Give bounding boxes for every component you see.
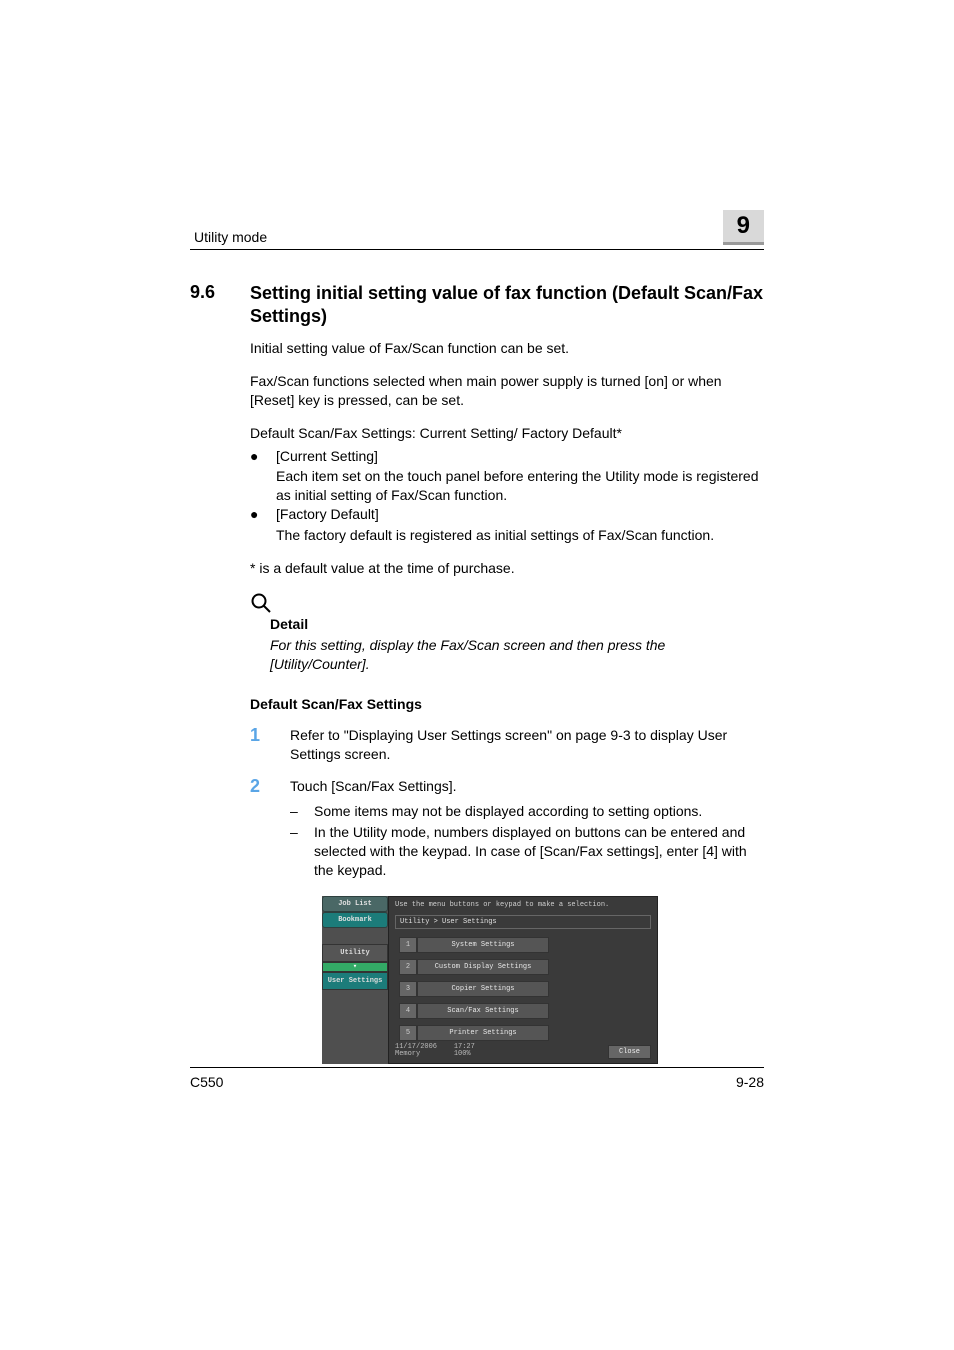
hint-text: Use the menu buttons or keypad to make a…: [395, 901, 651, 909]
bullet-list: ● [Current Setting] Each item set on the…: [250, 447, 764, 545]
page-footer: C550 9-28: [190, 1067, 764, 1090]
menu-label: Copier Settings: [417, 981, 549, 997]
detail-block: Detail For this setting, display the Fax…: [250, 592, 764, 674]
step-1: 1 Refer to "Displaying User Settings scr…: [250, 726, 764, 764]
bullet-body: Each item set on the touch panel before …: [250, 467, 764, 505]
running-head: Utility mode: [190, 229, 267, 245]
body-column: Initial setting value of Fax/Scan functi…: [250, 339, 764, 1064]
section-heading: 9.6 Setting initial setting value of fax…: [190, 282, 764, 327]
chevron-down-icon: ▾: [322, 962, 388, 972]
menu-number: 1: [399, 937, 417, 953]
menu-label: System Settings: [417, 937, 549, 953]
menu-label: Custom Display Settings: [417, 959, 549, 975]
menu-item-scan-fax-settings[interactable]: 4 Scan/Fax Settings: [399, 1003, 549, 1019]
bullet-icon: ●: [250, 505, 262, 524]
tab-bookmark[interactable]: Bookmark: [322, 912, 388, 928]
detail-heading: Detail: [270, 616, 764, 632]
menu-number: 4: [399, 1003, 417, 1019]
step-text: Touch [Scan/Fax Settings].: [290, 778, 457, 794]
page-header: Utility mode 9: [190, 210, 764, 250]
embedded-screenshot: Job List Bookmark Utility ▾ User Setting…: [322, 896, 658, 1064]
step-number: 1: [250, 726, 268, 764]
bullet-icon: ●: [250, 447, 262, 466]
dash-icon: –: [290, 802, 302, 821]
menu-number: 5: [399, 1025, 417, 1041]
sub-item: Some items may not be displayed accordin…: [314, 802, 702, 821]
status-bar: 11/17/2006 17:27 Memory 100%: [395, 1044, 475, 1059]
sidebar-item-user-settings[interactable]: User Settings: [322, 972, 388, 990]
menu-item-copier-settings[interactable]: 3 Copier Settings: [399, 981, 549, 997]
menu-number: 3: [399, 981, 417, 997]
footnote: * is a default value at the time of purc…: [250, 559, 764, 578]
menu-item-custom-display-settings[interactable]: 2 Custom Display Settings: [399, 959, 549, 975]
paragraph: Default Scan/Fax Settings: Current Setti…: [250, 424, 764, 443]
menu-label: Printer Settings: [417, 1025, 549, 1041]
sub-list: – Some items may not be displayed accord…: [290, 802, 764, 880]
footer-model: C550: [190, 1074, 223, 1090]
footer-page-number: 9-28: [736, 1074, 764, 1090]
close-button[interactable]: Close: [608, 1045, 651, 1059]
bullet-body: The factory default is registered as ini…: [250, 526, 764, 545]
page: Utility mode 9 9.6 Setting initial setti…: [0, 0, 954, 1350]
sub-item: In the Utility mode, numbers displayed o…: [314, 823, 764, 880]
breadcrumb: Utility > User Settings: [395, 915, 651, 929]
menu-item-printer-settings[interactable]: 5 Printer Settings: [399, 1025, 549, 1041]
menu-item-system-settings[interactable]: 1 System Settings: [399, 937, 549, 953]
section-title: Setting initial setting value of fax fun…: [250, 282, 764, 327]
step-number: 2: [250, 777, 268, 881]
step-body: Refer to "Displaying User Settings scree…: [290, 726, 764, 764]
section-number: 9.6: [190, 282, 230, 327]
menu-number: 2: [399, 959, 417, 975]
magnifier-icon: [250, 592, 764, 614]
menu-label: Scan/Fax Settings: [417, 1003, 549, 1019]
step-2: 2 Touch [Scan/Fax Settings]. – Some item…: [250, 777, 764, 881]
status-memory-label: Memory: [395, 1050, 420, 1058]
chapter-number-badge: 9: [723, 210, 764, 245]
bullet-title: [Current Setting]: [276, 447, 378, 466]
bullet-title: [Factory Default]: [276, 505, 379, 524]
status-memory-value: 100%: [454, 1050, 471, 1058]
paragraph: Initial setting value of Fax/Scan functi…: [250, 339, 764, 358]
detail-body: For this setting, display the Fax/Scan s…: [270, 636, 764, 674]
procedure-heading: Default Scan/Fax Settings: [250, 696, 764, 712]
sidebar-item-utility[interactable]: Utility: [322, 944, 388, 962]
tab-job-list[interactable]: Job List: [322, 896, 388, 912]
step-body: Touch [Scan/Fax Settings]. – Some items …: [290, 777, 764, 881]
menu-list: 1 System Settings 2 Custom Display Setti…: [395, 937, 651, 1041]
dash-icon: –: [290, 823, 302, 880]
paragraph: Fax/Scan functions selected when main po…: [250, 372, 764, 410]
